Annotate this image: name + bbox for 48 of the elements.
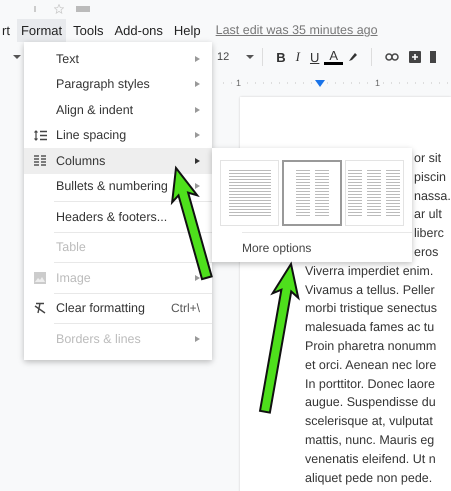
format-button[interactable]: I [290, 49, 305, 65]
menu-bar-item[interactable]: Help [170, 18, 205, 42]
document-text-line: ar ult [413, 206, 443, 224]
font-size-field[interactable]: 12 [217, 51, 230, 63]
caret-icon[interactable] [246, 55, 254, 59]
link-icon[interactable] [385, 53, 400, 61]
document-text-line: scelerisque at, vulputat [305, 413, 434, 430]
line-spacing-icon [34, 130, 46, 141]
more-options-item[interactable]: More options [242, 232, 412, 255]
menu-item[interactable]: Paragraph styles [24, 72, 212, 97]
column-layout-option[interactable] [282, 160, 342, 226]
menu-bar-item[interactable]: Format [16, 18, 66, 42]
document-text-line: et orci. Aenean nec lore [305, 356, 438, 374]
document-text-line: venenatis eleifend. Ut n [305, 450, 437, 468]
star-icon[interactable] [54, 4, 64, 14]
document-text-line: malesuada fames ac tu [305, 319, 436, 336]
menu-item[interactable]: Text [24, 46, 212, 72]
document-text-line: liberc [413, 225, 445, 242]
document-text-line: nassa. [413, 188, 451, 205]
highlighter-icon[interactable] [348, 52, 358, 62]
document-text-line: or sit [413, 150, 442, 167]
format-button[interactable]: A [324, 49, 344, 65]
document-text-line: mattis, nunc. Mauris eg [305, 432, 436, 449]
menu-item[interactable]: Headers & footers... [24, 204, 212, 230]
format-button[interactable]: U [304, 50, 324, 64]
format-button[interactable]: B [271, 50, 291, 64]
document-text-line: aliquet pede non pede. [305, 470, 434, 487]
ruler-label: 1 [236, 78, 242, 88]
document-text-line: Viverra imperdiet enim. [305, 262, 434, 280]
menu-bar-item[interactable]: Tools [69, 18, 108, 42]
document-text-line: morbi tristique senectus [305, 300, 438, 318]
document-text-line: Proin pharetra nonumm [305, 338, 438, 355]
indent-marker-icon[interactable] [315, 80, 326, 86]
document-text-line: piscin [413, 168, 447, 186]
document-text-line: In porttitor. Donec laore [305, 376, 436, 393]
add-comment-icon[interactable] [409, 51, 422, 63]
menu-item[interactable]: Columns [24, 148, 212, 174]
menu-bar-item[interactable]: Add-ons [110, 18, 167, 42]
columns-icon [34, 155, 46, 166]
clear-formatting-icon [34, 302, 46, 314]
menu-item[interactable]: Clear formatting Ctrl+\ [24, 296, 212, 321]
ruler-label: 1 [375, 78, 380, 88]
document-text-line: augue. Suspendisse du [305, 394, 437, 412]
menu-item[interactable]: Line spacing [24, 122, 212, 148]
menu-item[interactable]: Align & indent [24, 97, 212, 122]
menu-bar-item[interactable]: rt [0, 18, 14, 42]
document-text-line: Vivamus a tellus. Peller [305, 282, 436, 299]
last-edit-link[interactable]: Last edit was 35 minutes ago [216, 23, 378, 37]
